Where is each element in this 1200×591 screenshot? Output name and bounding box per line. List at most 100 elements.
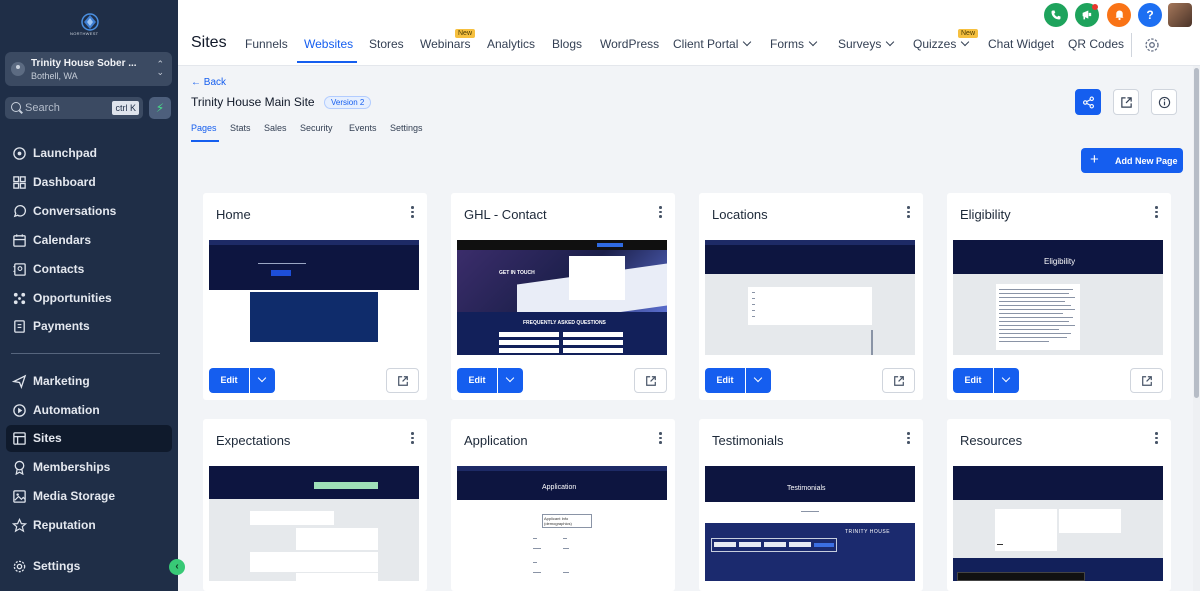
more-options-icon[interactable]	[411, 206, 414, 218]
page-card-eligibility[interactable]: Eligibility Eligibility Edit	[947, 193, 1171, 400]
tab-quizzes[interactable]: Quizzes	[913, 37, 970, 51]
star-icon	[12, 518, 27, 533]
more-options-icon[interactable]	[1155, 432, 1158, 444]
more-options-icon[interactable]	[659, 206, 662, 218]
page-thumbnail[interactable]	[953, 466, 1163, 581]
preview-page-button[interactable]	[1130, 368, 1163, 393]
scrollbar[interactable]	[1193, 66, 1200, 591]
sidebar-item-label: Settings	[33, 559, 81, 573]
edit-dropdown-button[interactable]	[498, 368, 523, 393]
tab-stats[interactable]: Stats	[230, 123, 251, 133]
sidebar-item-sites[interactable]: Sites	[6, 425, 172, 452]
sidebar-item-label: Media Storage	[33, 489, 116, 503]
edit-button[interactable]: Edit	[457, 368, 497, 393]
sidebar-item-opportunities[interactable]: Opportunities	[6, 285, 172, 312]
sidebar-item-marketing[interactable]: Marketing	[6, 368, 172, 395]
edit-dropdown-button[interactable]	[250, 368, 275, 393]
page-card-ghl-contact[interactable]: GHL - Contact GET IN TOUCH FREQUENTLY AS…	[451, 193, 675, 400]
location-switcher[interactable]: Trinity House Sober ... Bothell, WA ⌃ ⌄	[5, 52, 172, 86]
tab-stores[interactable]: Stores	[369, 37, 404, 51]
badge-icon	[12, 460, 27, 475]
page-thumbnail[interactable]: Eligibility	[953, 240, 1163, 355]
preview-page-button[interactable]	[882, 368, 915, 393]
open-site-button[interactable]	[1113, 89, 1139, 115]
edit-button[interactable]: Edit	[953, 368, 993, 393]
sidebar-item-media-storage[interactable]: Media Storage	[6, 483, 172, 510]
chevron-down-icon	[808, 37, 818, 47]
search-input[interactable]: Search ctrl K	[5, 97, 143, 119]
more-options-icon[interactable]	[659, 432, 662, 444]
add-new-page-button[interactable]: + Add New Page	[1081, 148, 1183, 173]
edit-button[interactable]: Edit	[209, 368, 249, 393]
tab-blogs[interactable]: Blogs	[552, 37, 582, 51]
announcements-button[interactable]	[1075, 3, 1099, 27]
page-thumbnail[interactable]: Application Applicant Info (demographics…	[457, 466, 667, 581]
sidebar-item-calendars[interactable]: Calendars	[6, 227, 172, 254]
collapse-sidebar-button[interactable]: ‹	[169, 559, 185, 575]
sidebar-item-label: Conversations	[33, 204, 117, 218]
sidebar-item-dashboard[interactable]: Dashboard	[6, 169, 172, 196]
tab-qr-codes[interactable]: QR Codes	[1068, 37, 1124, 51]
external-link-icon	[1121, 97, 1132, 108]
quick-actions-button[interactable]: ⚡	[149, 97, 171, 119]
payments-icon	[12, 319, 27, 334]
sidebar-item-settings[interactable]: Settings	[6, 553, 172, 580]
more-options-icon[interactable]	[1155, 206, 1158, 218]
preview-page-button[interactable]	[634, 368, 667, 393]
tab-client-portal[interactable]: Client Portal	[673, 37, 752, 51]
lightning-icon: ⚡	[155, 101, 165, 115]
tab-chat-widget[interactable]: Chat Widget	[988, 37, 1054, 51]
tab-funnels[interactable]: Funnels	[245, 37, 288, 51]
back-link[interactable]: ← Back	[191, 77, 226, 88]
tab-surveys[interactable]: Surveys	[838, 37, 895, 51]
notifications-button[interactable]	[1107, 3, 1131, 27]
sidebar-item-launchpad[interactable]: Launchpad	[6, 140, 172, 167]
page-card-expectations[interactable]: Expectations	[203, 419, 427, 591]
chevron-down-icon	[743, 37, 752, 47]
page-card-resources[interactable]: Resources	[947, 419, 1171, 591]
sidebar-item-contacts[interactable]: Contacts	[6, 256, 172, 283]
tab-websites[interactable]: Websites	[304, 37, 353, 51]
sidebar-item-conversations[interactable]: Conversations	[6, 198, 172, 225]
user-avatar[interactable]	[1168, 3, 1192, 27]
page-thumbnail[interactable]	[209, 466, 419, 581]
active-tab-indicator	[297, 61, 357, 63]
site-info-button[interactable]	[1151, 89, 1177, 115]
tab-pages[interactable]: Pages	[191, 123, 217, 133]
page-thumbnail[interactable]: Testimonials TRINITY HOUSE	[705, 466, 915, 581]
preview-page-button[interactable]	[386, 368, 419, 393]
page-thumbnail[interactable]: GET IN TOUCH FREQUENTLY ASKED QUESTIONS	[457, 240, 667, 355]
page-thumbnail[interactable]	[209, 240, 419, 355]
tab-security[interactable]: Security	[300, 123, 333, 133]
edit-dropdown-button[interactable]	[994, 368, 1019, 393]
tab-forms[interactable]: Forms	[770, 37, 818, 51]
chat-icon	[12, 204, 27, 219]
edit-button[interactable]: Edit	[705, 368, 745, 393]
page-card-testimonials[interactable]: Testimonials Testimonials TRINITY HOUSE	[699, 419, 923, 591]
page-card-home[interactable]: Home Edit	[203, 193, 427, 400]
more-options-icon[interactable]	[411, 432, 414, 444]
page-thumbnail[interactable]	[705, 240, 915, 355]
sidebar-item-memberships[interactable]: Memberships	[6, 454, 172, 481]
settings-gear-icon[interactable]	[1144, 37, 1160, 53]
scrollbar-thumb[interactable]	[1194, 68, 1199, 398]
sidebar-item-reputation[interactable]: Reputation	[6, 512, 172, 539]
edit-dropdown-button[interactable]	[746, 368, 771, 393]
more-options-icon[interactable]	[907, 206, 910, 218]
tab-sales[interactable]: Sales	[264, 123, 287, 133]
page-card-locations[interactable]: Locations Edit	[699, 193, 923, 400]
tab-analytics[interactable]: Analytics	[487, 37, 535, 51]
more-options-icon[interactable]	[907, 432, 910, 444]
tab-wordpress[interactable]: WordPress	[600, 37, 659, 51]
tab-webinars[interactable]: Webinars	[420, 37, 470, 51]
phone-button[interactable]	[1044, 3, 1068, 27]
sidebar-item-automation[interactable]: Automation	[6, 397, 172, 424]
megaphone-icon	[1082, 10, 1091, 20]
sidebar-item-payments[interactable]: Payments	[6, 313, 172, 340]
help-button[interactable]: ?	[1138, 3, 1162, 27]
page-card-application[interactable]: Application Application Applicant Info (…	[451, 419, 675, 591]
version-badge: Version 2	[324, 96, 372, 109]
tab-events[interactable]: Events	[349, 123, 377, 133]
share-button[interactable]	[1075, 89, 1101, 115]
tab-site-settings[interactable]: Settings	[390, 123, 423, 133]
